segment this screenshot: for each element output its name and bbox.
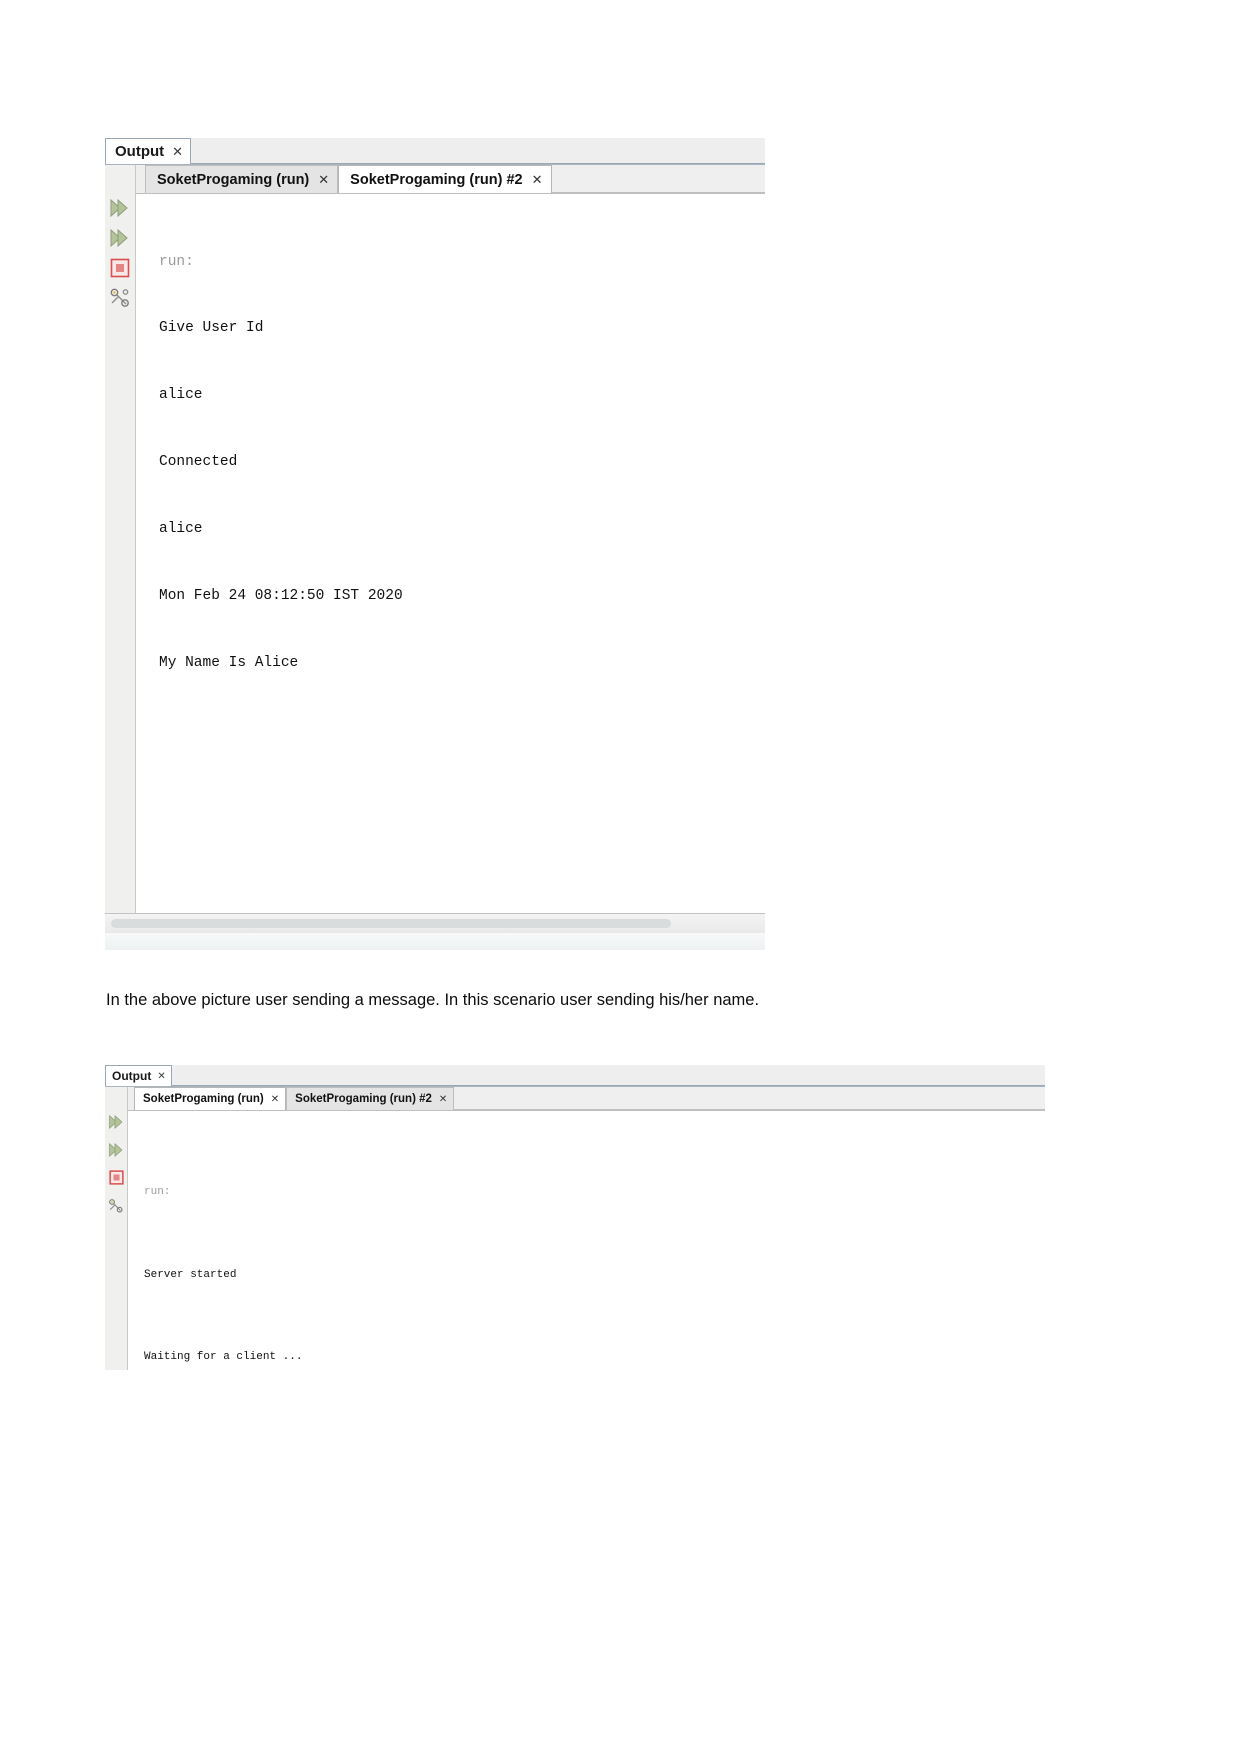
tab-label: SoketProgaming (run) #2 <box>350 171 523 188</box>
tab-soketprogaming-run[interactable]: SoketProgaming (run) ✕ <box>145 165 339 193</box>
run-tabstrip: SoketProgaming (run) ✕ SoketProgaming (r… <box>128 1087 1045 1111</box>
settings-icon[interactable] <box>107 285 133 311</box>
panel-bottom-edge <box>105 933 765 950</box>
console-line: My Name Is Alice <box>159 654 299 671</box>
window-tab-output[interactable]: Output ✕ <box>105 138 192 164</box>
close-icon[interactable]: ✕ <box>318 172 329 188</box>
console-output-server[interactable]: run: Server started Waiting for a client… <box>128 1111 1045 1370</box>
close-icon[interactable]: ✕ <box>271 1094 279 1105</box>
rerun-icon[interactable] <box>107 1112 126 1131</box>
horizontal-scrollbar[interactable] <box>105 913 765 933</box>
figure-caption: In the above picture user sending a mess… <box>106 990 760 1009</box>
console-line: run: <box>144 1186 171 1198</box>
tab-soketprogaming-run-2[interactable]: SoketProgaming (run) #2 ✕ <box>338 165 552 193</box>
tabstrip-filler <box>191 138 765 164</box>
console-line: Waiting for a client ... <box>144 1351 303 1363</box>
close-icon[interactable]: ✕ <box>157 1071 165 1082</box>
run-tabstrip: SoketProgaming (run) ✕ SoketProgaming (r… <box>136 165 765 194</box>
close-icon[interactable]: ✕ <box>172 144 183 160</box>
console-line: run: <box>159 253 194 270</box>
console-line: Give User Id <box>159 320 264 337</box>
output-window-client: Output ✕ SoketProgaming (run) ✕ SoketPro… <box>105 138 765 950</box>
rerun-alt-icon[interactable] <box>107 1140 126 1159</box>
window-tab-label: Output <box>115 143 165 160</box>
console-output-client[interactable]: run: Give User Id alice Connected alice … <box>136 194 765 913</box>
settings-icon[interactable] <box>107 1196 126 1215</box>
output-window-server: Output ✕ SoketProgaming (run) ✕ SoketPro… <box>105 1065 1045 1370</box>
window-body: SoketProgaming (run) ✕ SoketProgaming (r… <box>105 1087 1045 1370</box>
icon-gutter <box>105 165 136 913</box>
tab-soketprogaming-run-2[interactable]: SoketProgaming (run) #2 ✕ <box>286 1087 455 1110</box>
tabstrip-filler <box>171 1065 1045 1086</box>
console-line: alice <box>159 521 203 538</box>
close-icon[interactable]: ✕ <box>439 1094 447 1105</box>
console-line: Connected <box>159 454 238 471</box>
console-line: Mon Feb 24 08:12:50 IST 2020 <box>159 588 403 605</box>
tab-label: SoketProgaming (run) #2 <box>295 1093 432 1105</box>
content-column: SoketProgaming (run) ✕ SoketProgaming (r… <box>128 1087 1045 1370</box>
rerun-icon[interactable] <box>107 195 133 221</box>
window-body: SoketProgaming (run) ✕ SoketProgaming (r… <box>105 165 765 913</box>
console-line: Server started <box>144 1268 237 1281</box>
content-column: SoketProgaming (run) ✕ SoketProgaming (r… <box>136 165 765 913</box>
window-tabstrip: Output ✕ <box>105 138 765 165</box>
rerun-alt-icon[interactable] <box>107 225 133 251</box>
run-tabstrip-filler <box>551 165 765 193</box>
tab-label: SoketProgaming (run) <box>157 171 310 188</box>
window-tabstrip: Output ✕ <box>105 1065 1045 1087</box>
run-tabstrip-filler <box>454 1087 1045 1110</box>
scrollbar-thumb[interactable] <box>111 919 671 928</box>
window-tab-label: Output <box>112 1069 152 1083</box>
window-tab-output[interactable]: Output ✕ <box>105 1065 172 1086</box>
icon-gutter <box>105 1087 128 1370</box>
console-line: alice <box>159 387 203 404</box>
stop-icon[interactable] <box>107 1168 126 1187</box>
stop-icon[interactable] <box>107 255 133 281</box>
tab-soketprogaming-run[interactable]: SoketProgaming (run) ✕ <box>134 1087 287 1110</box>
close-icon[interactable]: ✕ <box>532 172 543 188</box>
tab-label: SoketProgaming (run) <box>143 1093 264 1105</box>
